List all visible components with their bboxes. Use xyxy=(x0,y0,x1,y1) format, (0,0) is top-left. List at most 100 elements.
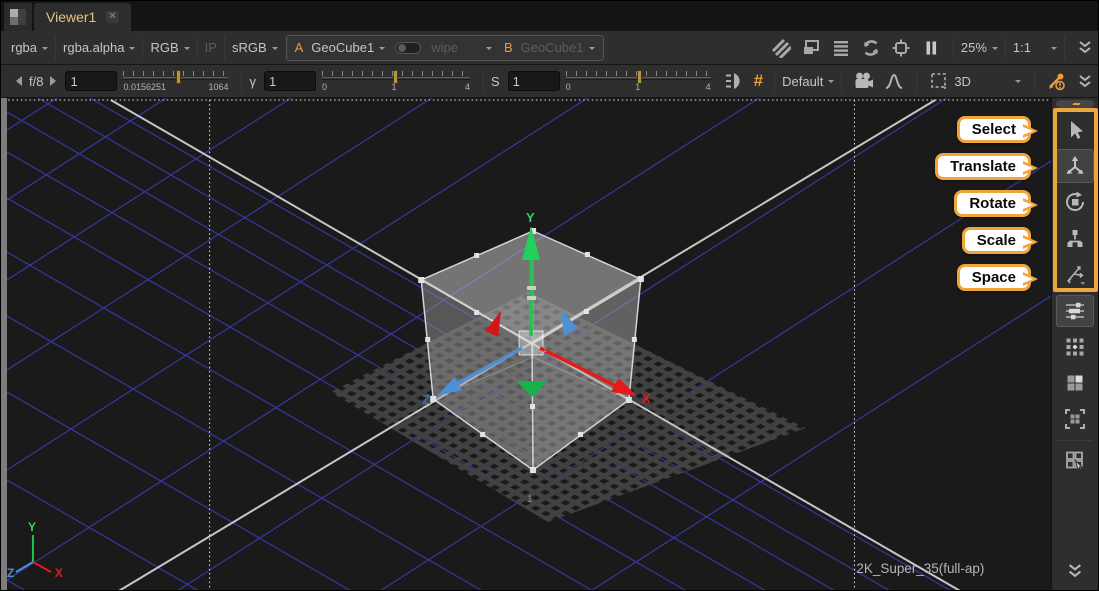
wipe-dropdown[interactable]: wipe xyxy=(431,40,492,55)
separator xyxy=(1034,70,1035,92)
viewer-preset-dropdown[interactable]: Default xyxy=(782,74,834,89)
separator xyxy=(224,37,225,59)
colorspace-dropdown[interactable]: sRGB xyxy=(232,40,278,55)
select-tool-button[interactable] xyxy=(1056,113,1094,147)
float-window-button[interactable] xyxy=(799,36,823,60)
callout-label: Rotate xyxy=(969,195,1016,212)
tab-bar: Viewer1 ✕ xyxy=(1,1,1098,31)
gain-tick-left: 0.0156251 xyxy=(123,82,166,92)
sidebar-collapse-handle[interactable] xyxy=(1056,100,1094,108)
input-a-dropdown[interactable]: A GeoCube1 xyxy=(295,40,386,55)
input-b-dropdown[interactable]: B GeoCube1 xyxy=(504,40,595,55)
pixel-aspect-dropdown[interactable]: 1:1 xyxy=(1013,40,1057,55)
separator xyxy=(241,70,242,92)
gamma-label: γ xyxy=(249,74,256,89)
chevron-down-icon xyxy=(828,80,834,86)
lock-camera-button[interactable] xyxy=(852,69,876,93)
chevron-down-icon xyxy=(129,47,135,53)
roi-icon xyxy=(891,38,911,58)
saturation-label: S xyxy=(491,74,500,89)
translate-icon xyxy=(1063,154,1087,178)
marquee-select-button[interactable] xyxy=(927,69,951,93)
input-a-label: A xyxy=(295,40,304,55)
rotate-tool-button[interactable] xyxy=(1056,185,1094,219)
input-process-toggle[interactable]: IP xyxy=(205,40,217,55)
scanlines-icon xyxy=(831,38,851,58)
zoom-dropdown[interactable]: 25% xyxy=(961,40,998,55)
gain-slider-handle[interactable] xyxy=(176,70,181,84)
gizmo-y-label: Y xyxy=(526,210,535,225)
channels-dropdown[interactable]: RGB xyxy=(150,40,189,55)
next-arrow-icon[interactable] xyxy=(49,75,57,87)
stripes-icon xyxy=(771,38,791,58)
layers-dropdown[interactable]: rgba xyxy=(11,40,48,55)
scale-icon xyxy=(1063,226,1087,250)
view-mode-dropdown[interactable]: 3D xyxy=(954,74,1021,89)
alpha-dropdown[interactable]: rgba.alpha xyxy=(63,40,135,55)
toolbar-overflow-button[interactable] xyxy=(1078,41,1092,54)
callout-select: Select xyxy=(957,116,1031,143)
pane-icon xyxy=(9,8,27,26)
gamma-curve-button[interactable] xyxy=(882,69,906,93)
unit-marker: 1 xyxy=(527,494,533,505)
prev-arrow-icon[interactable] xyxy=(15,75,23,87)
viewport-3d[interactable]: Y X Z 1 1 Y X Z xyxy=(1,98,1051,591)
quad-view-button[interactable] xyxy=(1056,367,1094,399)
sliders-icon xyxy=(1063,299,1087,323)
frame-selection-button[interactable] xyxy=(1056,403,1094,435)
sidebar-overflow-button[interactable] xyxy=(1067,564,1083,583)
gain-slider[interactable]: 0.0156251 1064 xyxy=(123,68,228,94)
translate-tool-button[interactable] xyxy=(1056,149,1094,183)
grid-overlay-button[interactable]: # xyxy=(754,71,763,91)
scanlines-button[interactable] xyxy=(829,36,853,60)
input-b-label: B xyxy=(504,40,513,55)
checker-stripes-button[interactable] xyxy=(769,36,793,60)
marquee-icon xyxy=(929,71,949,91)
input-b-value: GeoCube1 xyxy=(521,40,584,55)
space-tool-button[interactable] xyxy=(1056,257,1094,291)
pause-icon xyxy=(921,38,941,58)
chevron-down-icon xyxy=(42,47,48,53)
viewport-canvas[interactable]: Y X Z 1 1 Y X Z xyxy=(7,98,1051,591)
wipe-toggle[interactable] xyxy=(395,42,421,54)
chevrons-icon xyxy=(1078,75,1092,88)
toolbar-overflow-button[interactable] xyxy=(1078,75,1092,88)
refresh-icon xyxy=(861,38,881,58)
separator xyxy=(1005,37,1006,59)
sidebar-divider xyxy=(1058,440,1092,441)
preset-value: Default xyxy=(782,74,823,89)
region-select-button[interactable] xyxy=(1056,445,1094,477)
format-label: 2K_Super_35(full-ap) xyxy=(856,561,984,576)
viewer-toolbar-exposure: f/8 0.0156251 1064 γ 0 1 4 S 0 1 xyxy=(1,65,1098,98)
separator xyxy=(1064,37,1065,59)
separator xyxy=(483,70,484,92)
quad-grid-icon xyxy=(1063,371,1087,395)
tab-viewer1[interactable]: Viewer1 ✕ xyxy=(34,3,131,31)
curve-icon xyxy=(884,71,904,91)
pane-menu-button[interactable] xyxy=(4,3,32,31)
saturation-input[interactable] xyxy=(508,71,560,91)
pause-button[interactable] xyxy=(919,36,943,60)
gain-input[interactable] xyxy=(65,71,117,91)
saturation-slider[interactable]: 0 1 4 xyxy=(566,68,711,94)
vertex-points-button[interactable] xyxy=(1056,331,1094,363)
gamma-slider[interactable]: 0 1 4 xyxy=(322,68,470,94)
chevron-down-icon xyxy=(272,47,278,53)
tab-close-icon[interactable]: ✕ xyxy=(106,11,118,23)
colorspace-value: sRGB xyxy=(232,40,267,55)
tick-label: 4 xyxy=(706,82,711,92)
toolbar-exposure-right xyxy=(1027,69,1098,93)
gamma-input[interactable] xyxy=(264,71,316,91)
headlight-button[interactable] xyxy=(723,69,747,93)
multi-slider-button[interactable] xyxy=(1056,295,1094,327)
refresh-button[interactable] xyxy=(859,36,883,60)
axis-z-label: Z xyxy=(7,566,14,580)
sampler-icon xyxy=(1046,70,1068,92)
color-sampler-button[interactable] xyxy=(1045,69,1069,93)
chevron-down-icon xyxy=(1015,80,1021,86)
gain-tick-right: 1064 xyxy=(208,82,228,92)
separator xyxy=(774,70,775,92)
scale-tool-button[interactable] xyxy=(1056,221,1094,255)
fstop-label: f/8 xyxy=(29,74,43,89)
roi-button[interactable] xyxy=(889,36,913,60)
